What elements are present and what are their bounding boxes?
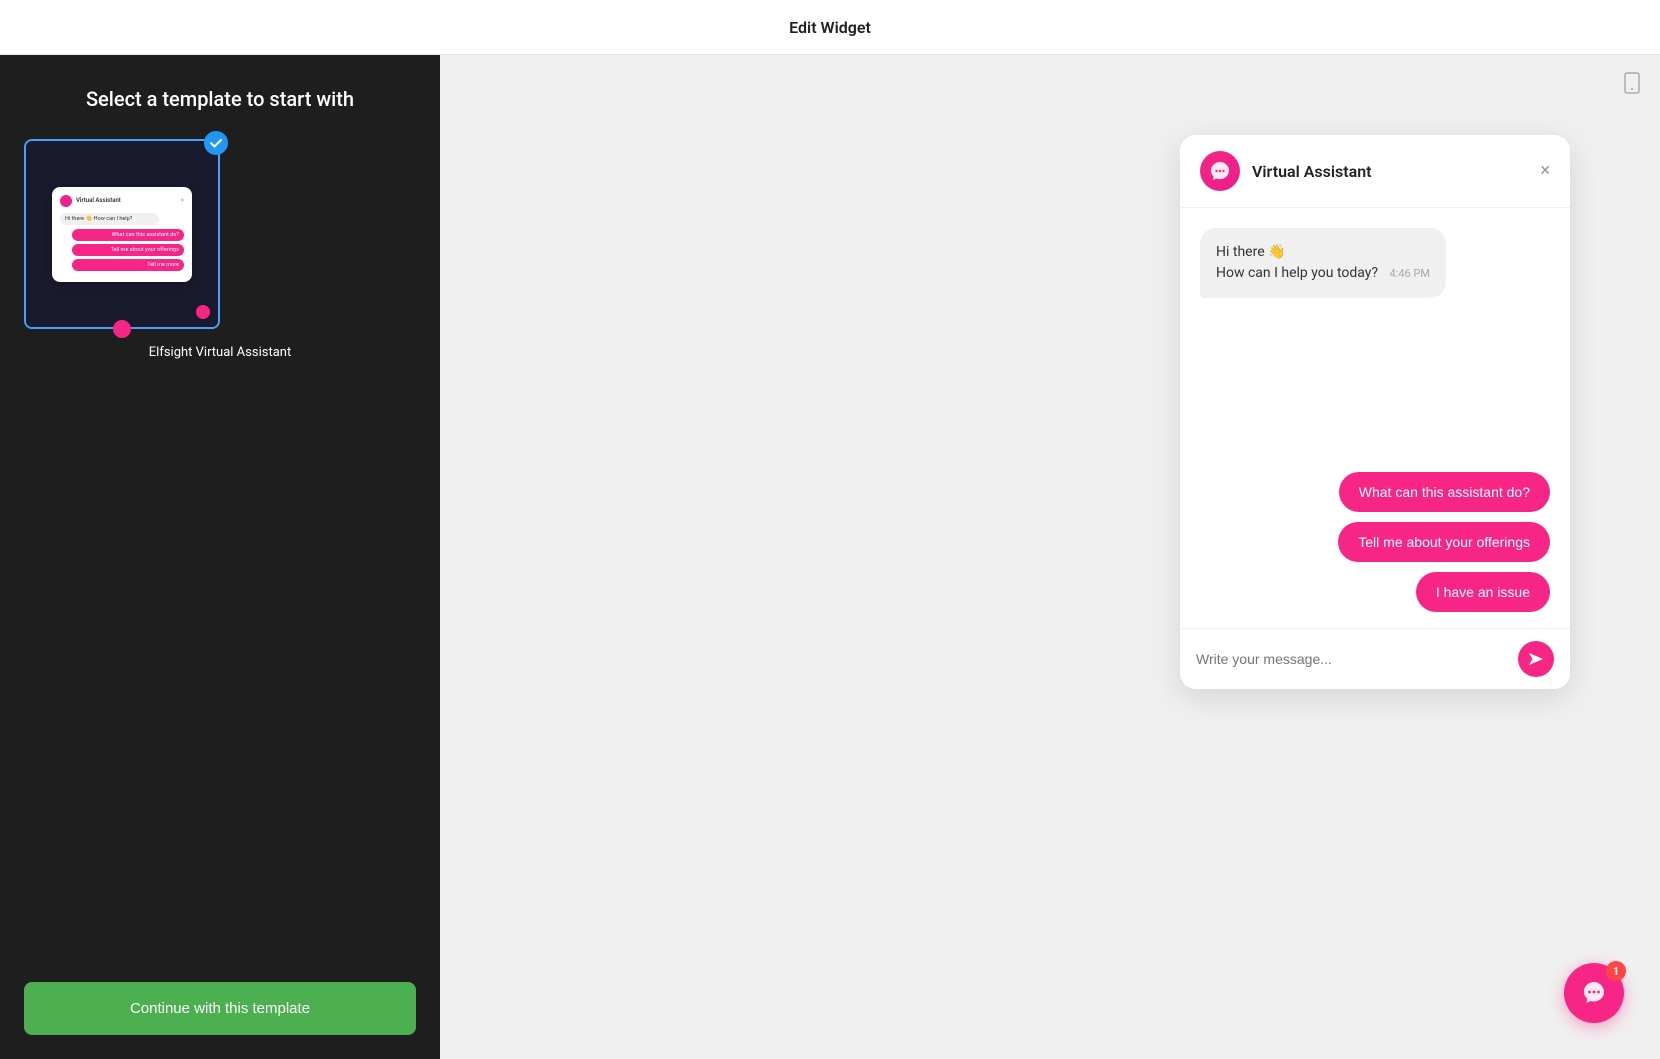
suggestion-button-2[interactable]: I have an issue: [1416, 572, 1550, 612]
right-panel: Virtual Assistant × Hi there 👋 How can I…: [440, 55, 1660, 1059]
chat-close-button[interactable]: ×: [1540, 162, 1550, 180]
selected-check-badge: [204, 131, 228, 155]
chat-header: Virtual Assistant ×: [1180, 135, 1570, 208]
page-title: Edit Widget: [789, 18, 871, 37]
bot-message: Hi there 👋 How can I help you today? 4:4…: [1200, 228, 1446, 298]
template-card-inner: Virtual Assistant × Hi there 👋 How can I…: [24, 139, 220, 329]
mini-chat-preview: Virtual Assistant × Hi there 👋 How can I…: [52, 187, 192, 282]
bot-greeting: Hi there 👋: [1216, 244, 1286, 260]
chat-widget: Virtual Assistant × Hi there 👋 How can I…: [1180, 135, 1570, 689]
continue-button-area: Continue with this template: [0, 966, 440, 1059]
floating-badge: 1: [1606, 961, 1626, 981]
mini-chat-header: Virtual Assistant ×: [60, 195, 184, 207]
top-bar: Edit Widget: [0, 0, 1660, 55]
mini-user-msg2: Tell me about your offerings: [72, 244, 184, 256]
chat-input-area: [1180, 628, 1570, 689]
mini-red-dot: [196, 305, 210, 319]
template-selector: Select a template to start with Virtual …: [0, 55, 440, 966]
bot-message-text: Hi there 👋 How can I help you today? 4:4…: [1216, 242, 1430, 284]
send-button[interactable]: [1518, 641, 1554, 677]
suggestion-button-0[interactable]: What can this assistant do?: [1339, 472, 1550, 512]
mini-title: Virtual Assistant: [76, 197, 121, 204]
left-panel: Select a template to start with Virtual …: [0, 55, 440, 1059]
chat-messages: Hi there 👋 How can I help you today? 4:4…: [1180, 208, 1570, 628]
suggestion-button-1[interactable]: Tell me about your offerings: [1338, 522, 1550, 562]
mobile-icon[interactable]: [1620, 71, 1644, 99]
continue-button[interactable]: Continue with this template: [24, 982, 416, 1035]
chat-title: Virtual Assistant: [1252, 162, 1528, 181]
mini-user-msg1: What can this assistant do?: [72, 229, 184, 241]
mini-avatar: [60, 195, 72, 207]
chat-message-input[interactable]: [1196, 651, 1508, 667]
mini-close: ×: [181, 197, 184, 204]
message-time: 4:46 PM: [1390, 267, 1430, 280]
template-label: Elfsight Virtual Assistant: [24, 345, 416, 360]
mini-user-msg3: Tell me more: [72, 259, 184, 271]
suggestion-buttons: What can this assistant do? Tell me abou…: [1200, 472, 1550, 612]
main-content: Select a template to start with Virtual …: [0, 55, 1660, 1059]
panel-heading: Select a template to start with: [24, 87, 416, 111]
template-card[interactable]: Virtual Assistant × Hi there 👋 How can I…: [24, 139, 220, 329]
chat-avatar: [1200, 151, 1240, 191]
bot-question: How can I help you today?: [1216, 265, 1378, 281]
mini-bot-msg: Hi there 👋 How can I help?: [60, 213, 159, 225]
card-bottom-dot: [113, 320, 131, 338]
template-preview: Virtual Assistant × Hi there 👋 How can I…: [26, 141, 218, 327]
floating-chat-button[interactable]: 1: [1564, 963, 1624, 1023]
